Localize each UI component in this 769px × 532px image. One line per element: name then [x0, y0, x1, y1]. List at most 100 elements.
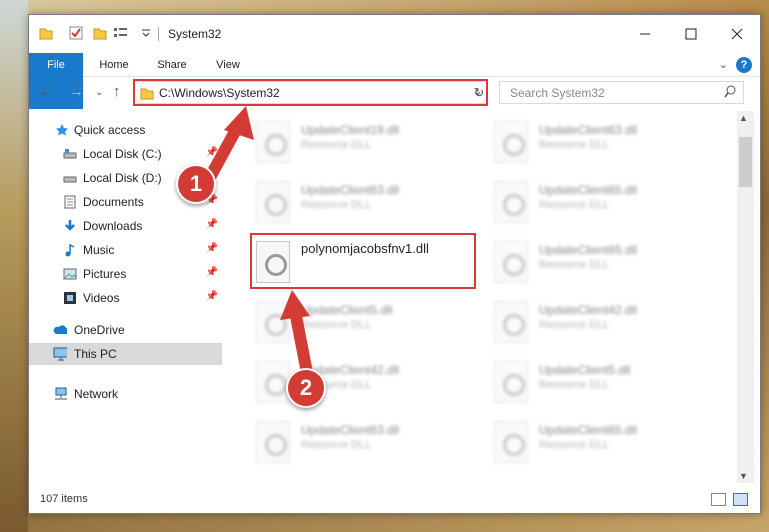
- minimize-button[interactable]: [622, 15, 668, 53]
- callout-badge-2: 2: [286, 368, 326, 408]
- list-item[interactable]: UpdateClient65.dll Resource DLL: [484, 417, 714, 473]
- sidebar-item-label: Downloads: [83, 219, 143, 233]
- dll-file-icon: [494, 241, 528, 283]
- scrollbar-thumb[interactable]: [739, 137, 752, 187]
- list-item[interactable]: UpdateClient19.dll Resource DLL: [246, 117, 476, 173]
- pin-icon[interactable]: 📌: [206, 291, 218, 302]
- file-type: Resource DLL: [539, 259, 610, 271]
- back-icon[interactable]: ←: [39, 83, 54, 100]
- sidebar-item-label: Videos: [83, 291, 120, 305]
- pin-icon[interactable]: 📌: [206, 219, 218, 230]
- dll-file-icon: [494, 361, 528, 403]
- file-type: Resource DLL: [539, 319, 610, 331]
- up-icon[interactable]: ↑: [113, 83, 121, 100]
- title-separator: [158, 27, 159, 41]
- drive-icon: [63, 176, 77, 183]
- list-item[interactable]: UpdateClient5.dll Resource DLL: [484, 357, 714, 413]
- sidebar-item-label: This PC: [74, 347, 117, 361]
- maximize-button[interactable]: [668, 15, 714, 53]
- file-name: UpdateClient19.dll: [301, 123, 400, 137]
- sidebar-item-label: OneDrive: [74, 323, 125, 337]
- file-name: UpdateClient65.dll: [539, 243, 638, 257]
- list-item[interactable]: UpdateClient65.dll Resource DLL: [484, 237, 714, 293]
- window-title: System32: [168, 27, 222, 41]
- scroll-up-icon[interactable]: ▲: [739, 113, 748, 123]
- expand-ribbon-icon[interactable]: ⌄: [719, 58, 728, 71]
- star-icon: [56, 124, 68, 136]
- pin-icon[interactable]: 📌: [206, 267, 218, 278]
- file-type: Resource DLL: [539, 139, 610, 151]
- customize-toolbar-icon[interactable]: [141, 26, 151, 42]
- list-item[interactable]: UpdateClient63.dll Resource DLL: [246, 177, 476, 233]
- vertical-scrollbar[interactable]: ▲ ▼: [737, 111, 754, 483]
- tab-home[interactable]: Home: [89, 53, 139, 77]
- new-folder-icon[interactable]: [93, 26, 107, 42]
- file-name: UpdateClient42.dll: [539, 303, 638, 317]
- list-item[interactable]: UpdateClient63.dll Resource DLL: [484, 117, 714, 173]
- callout-badge-1: 1: [176, 164, 216, 204]
- sidebar-item-label: Music: [83, 243, 115, 257]
- dll-file-icon: [494, 301, 528, 343]
- tab-share[interactable]: Share: [147, 53, 197, 77]
- dll-file-icon: [494, 121, 528, 163]
- sidebar-item-pictures[interactable]: Pictures 📌: [29, 263, 222, 285]
- recent-locations-icon[interactable]: ⌄: [95, 87, 103, 98]
- maximize-icon: [685, 28, 697, 40]
- dll-file-icon: [494, 421, 528, 463]
- file-name: UpdateClient63.dll: [539, 123, 638, 137]
- sidebar-item-onedrive[interactable]: OneDrive: [29, 319, 222, 341]
- minimize-icon: [640, 33, 650, 35]
- status-bar: 107 items: [29, 487, 760, 513]
- file-type: Resource DLL: [301, 199, 372, 211]
- large-icons-view-icon[interactable]: [733, 493, 748, 506]
- list-item[interactable]: UpdateClient63.dll Resource DLL: [246, 417, 476, 473]
- documents-icon: [64, 195, 76, 209]
- file-name: UpdateClient65.dll: [539, 183, 638, 197]
- computer-icon: [53, 347, 67, 361]
- file-type: Resource DLL: [539, 199, 610, 211]
- dll-file-icon: [256, 421, 290, 463]
- details-view-icon[interactable]: [711, 493, 726, 506]
- music-icon: [65, 243, 75, 257]
- file-type: Resource DLL: [539, 439, 610, 451]
- sidebar-item-music[interactable]: Music 📌: [29, 239, 222, 261]
- tab-view[interactable]: View: [203, 53, 253, 77]
- forward-icon[interactable]: →: [69, 83, 84, 100]
- sidebar-item-this-pc[interactable]: This PC: [29, 343, 222, 365]
- file-name: UpdateClient65.dll: [539, 423, 638, 437]
- cloud-icon: [53, 325, 67, 334]
- network-icon: [55, 387, 67, 400]
- videos-icon: [64, 292, 76, 304]
- title-bar: System32: [29, 15, 760, 53]
- search-placeholder: Search System32: [510, 86, 605, 100]
- sidebar-item-label: Documents: [83, 195, 144, 209]
- scroll-down-icon[interactable]: ▼: [739, 471, 748, 481]
- sidebar-item-network[interactable]: Network: [29, 383, 222, 405]
- sidebar-item-label: Network: [74, 387, 119, 401]
- file-highlight-box: [250, 233, 476, 289]
- refresh-icon[interactable]: ↻: [469, 81, 489, 104]
- pin-icon[interactable]: 📌: [206, 243, 218, 254]
- help-icon[interactable]: ?: [736, 57, 752, 73]
- sidebar-item-downloads[interactable]: Downloads 📌: [29, 215, 222, 237]
- file-name: UpdateClient63.dll: [301, 183, 400, 197]
- close-button[interactable]: [714, 15, 760, 53]
- close-icon: [731, 28, 743, 40]
- ribbon-tabs: File Home Share View ⌄ ?: [29, 53, 760, 109]
- view-options-icon[interactable]: [113, 26, 131, 42]
- sidebar-item-videos[interactable]: Videos 📌: [29, 287, 222, 309]
- sidebar-item-label: Local Disk (D:): [83, 171, 162, 185]
- folder-icon: [39, 28, 53, 40]
- file-explorer-window: System32 File Home Share View ⌄ ? ← → ⌄ …: [28, 14, 761, 514]
- download-icon: [65, 220, 75, 231]
- file-type: Resource DLL: [539, 379, 610, 391]
- list-item[interactable]: UpdateClient42.dll Resource DLL: [484, 297, 714, 353]
- list-item[interactable]: UpdateClient65.dll Resource DLL: [484, 177, 714, 233]
- search-icon: [724, 85, 736, 98]
- file-type: Resource DLL: [301, 439, 372, 451]
- file-type: Resource DLL: [301, 139, 372, 151]
- navigation-bar: ← → ⌄ ↑ C:\Windows\System32 ⌄ ↻ Search S…: [29, 77, 760, 109]
- item-count: 107 items: [40, 493, 88, 505]
- properties-icon[interactable]: [69, 26, 83, 42]
- search-box[interactable]: Search System32: [499, 81, 744, 104]
